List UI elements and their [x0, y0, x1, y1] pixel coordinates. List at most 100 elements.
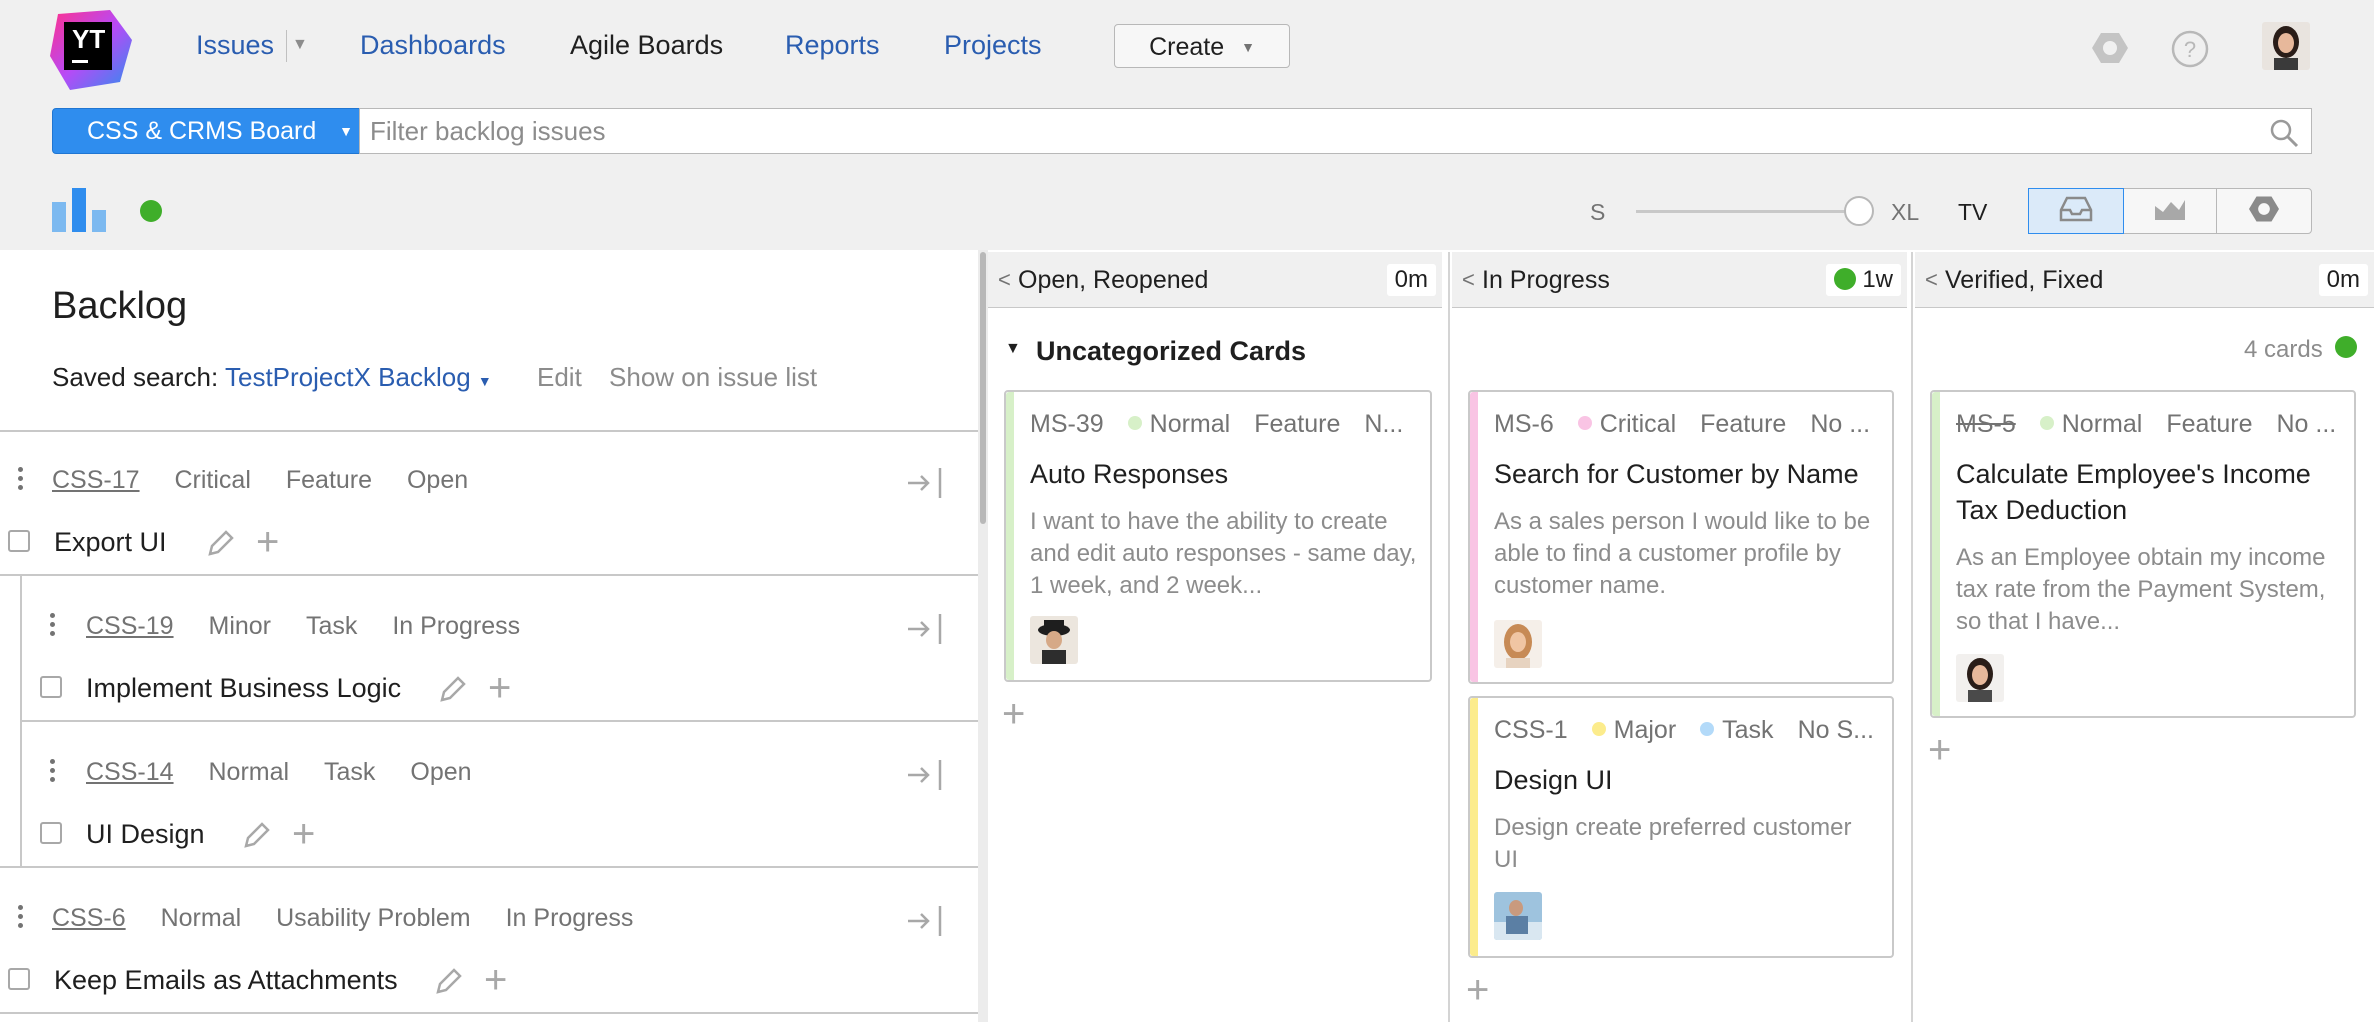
card-id[interactable]: MS-5 [1956, 410, 2016, 438]
card-type: Feature [1700, 410, 1787, 438]
card-id[interactable]: MS-39 [1030, 410, 1104, 438]
card-title[interactable]: Calculate Employee's Income Tax Deductio… [1956, 456, 2340, 528]
edit-link[interactable]: Edit [537, 362, 582, 392]
add-subtask-icon[interactable]: + [488, 668, 511, 708]
create-button[interactable]: Create ▼ [1114, 24, 1290, 68]
issue-card[interactable]: CSS-1 Major Task No S... Design UI Design c… [1468, 696, 1894, 958]
issue-id-link[interactable]: CSS-17 [52, 466, 140, 494]
settings-icon[interactable] [2092, 30, 2128, 71]
issue-card[interactable]: MS-6 Critical Feature No ... Search for Cus… [1468, 390, 1894, 684]
issue-title[interactable]: UI Design [86, 819, 205, 850]
column-header-open[interactable]: < Open, Reopened 0m [988, 252, 1442, 308]
add-card-icon[interactable]: + [1928, 730, 1951, 770]
card-description: Design create preferred customer UI [1494, 814, 1852, 873]
move-to-board-icon[interactable] [906, 904, 942, 943]
show-on-issue-list-link[interactable]: Show on issue list [609, 362, 817, 392]
add-subtask-icon[interactable]: + [484, 960, 507, 1000]
card-meta: MS-5 Normal Feature No ... [1956, 410, 2360, 439]
board-view-button[interactable] [2028, 188, 2124, 234]
issue-type: Feature [285, 466, 373, 494]
card-title[interactable]: Auto Responses [1030, 456, 1416, 492]
saved-search-link[interactable]: TestProjectX Backlog [225, 362, 471, 392]
board-settings-button[interactable] [2217, 189, 2311, 233]
add-card-icon[interactable]: + [1002, 694, 1025, 734]
card-extra: No ... [2276, 410, 2337, 438]
swimlane-title: Uncategorized Cards [1036, 336, 1307, 366]
issue-card[interactable]: MS-5 Normal Feature No ... Calculate Employ… [1930, 390, 2356, 718]
search-icon[interactable] [2269, 117, 2299, 161]
issue-id-link[interactable]: CSS-14 [86, 758, 174, 786]
slider-handle[interactable] [1844, 196, 1874, 226]
create-label: Create [1149, 33, 1225, 61]
move-to-board-icon[interactable] [906, 466, 942, 505]
issue-title[interactable]: Export UI [54, 527, 167, 558]
help-icon[interactable]: ? [2171, 30, 2209, 73]
board-selector-button[interactable]: CSS & CRMS Board ▼ [52, 108, 360, 154]
assignee-avatar[interactable] [1030, 616, 1078, 664]
user-avatar[interactable] [2262, 22, 2310, 70]
issues-dropdown-icon[interactable]: ▼ [292, 36, 308, 54]
collapse-column-icon[interactable]: < [998, 252, 1011, 308]
issue-title[interactable]: Keep Emails as Attachments [54, 965, 398, 996]
swimlane-collapse-icon[interactable]: ▼ [1005, 340, 1021, 358]
edit-icon[interactable] [242, 820, 272, 855]
issue-id-link[interactable]: CSS-6 [52, 904, 126, 932]
board-name: CSS & CRMS Board [87, 117, 317, 145]
card-title[interactable]: Design UI [1494, 762, 1878, 798]
edit-icon[interactable] [438, 674, 468, 709]
tv-mode-button[interactable]: TV [1958, 199, 1987, 226]
drag-handle-icon[interactable] [50, 759, 56, 786]
backlog-item-meta: CSS-6 Normal Usability Problem In Progre… [52, 904, 633, 933]
backlog-item-meta: CSS-19 Minor Task In Progress [86, 612, 520, 641]
card-meta: MS-39 Normal Feature N... [1030, 410, 1427, 439]
filter-input[interactable]: Filter backlog issues [359, 108, 2312, 154]
assignee-avatar[interactable] [1494, 892, 1542, 940]
nav-dashboards[interactable]: Dashboards [360, 30, 506, 61]
add-subtask-icon[interactable]: + [292, 814, 315, 854]
card-id[interactable]: MS-6 [1494, 410, 1554, 438]
card-description: I want to have the ability to create and… [1030, 508, 1417, 599]
move-to-board-icon[interactable] [906, 758, 942, 797]
column-header-verified[interactable]: < Verified, Fixed 0m [1915, 252, 2374, 308]
card-title[interactable]: Search for Customer by Name [1494, 456, 1878, 492]
add-subtask-icon[interactable]: + [256, 522, 279, 562]
nav-issues[interactable]: Issues [196, 30, 274, 61]
drag-handle-icon[interactable] [18, 905, 24, 932]
card-id[interactable]: CSS-1 [1494, 716, 1568, 744]
collapse-column-icon[interactable]: < [1462, 252, 1475, 308]
youtrack-logo[interactable]: YT [50, 10, 133, 90]
inbox-icon [2059, 196, 2093, 227]
edit-icon[interactable] [434, 966, 464, 1001]
logo-text: YT [72, 24, 106, 54]
column-header-in-progress[interactable]: < In Progress 1w [1452, 252, 1907, 308]
card-size-slider[interactable] [1636, 210, 1860, 213]
svg-text:?: ? [2184, 37, 2196, 62]
nav-reports[interactable]: Reports [785, 30, 880, 61]
issue-checkbox[interactable] [40, 676, 62, 698]
nav-projects[interactable]: Projects [944, 30, 1042, 61]
drag-handle-icon[interactable] [18, 467, 24, 494]
issue-state: Open [410, 758, 472, 786]
edit-icon[interactable] [206, 528, 236, 563]
drag-handle-icon[interactable] [50, 613, 56, 640]
move-to-board-icon[interactable] [906, 612, 942, 651]
saved-search-dropdown-icon[interactable]: ▼ [478, 373, 492, 389]
issue-checkbox[interactable] [8, 968, 30, 990]
column-name: In Progress [1482, 266, 1610, 294]
divider [0, 1012, 978, 1014]
issue-id-link[interactable]: CSS-19 [86, 612, 174, 640]
add-card-icon[interactable]: + [1466, 970, 1489, 1010]
issue-title[interactable]: Implement Business Logic [86, 673, 401, 704]
issue-checkbox[interactable] [8, 530, 30, 552]
issue-checkbox[interactable] [40, 822, 62, 844]
scrollbar-thumb[interactable] [980, 252, 986, 524]
chart-view-button[interactable] [2123, 189, 2218, 233]
issue-card[interactable]: MS-39 Normal Feature N... Auto Responses I … [1004, 390, 1432, 682]
assignee-avatar[interactable] [1956, 654, 2004, 702]
divider [20, 720, 978, 722]
logo-underscore [72, 60, 88, 63]
collapse-column-icon[interactable]: < [1925, 252, 1938, 308]
chart-toggle-icon[interactable] [52, 188, 108, 237]
assignee-avatar[interactable] [1494, 620, 1542, 668]
nav-agile-boards[interactable]: Agile Boards [570, 30, 723, 61]
